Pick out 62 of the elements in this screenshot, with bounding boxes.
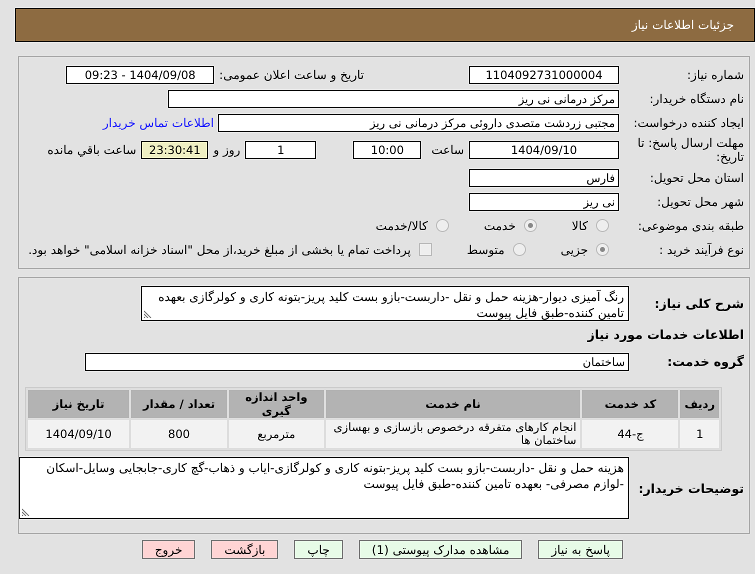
field-label: تاریخ و ساعت اعلان عمومی: (219, 68, 364, 82)
field-label: گروه خدمت: (666, 354, 744, 369)
column-header: نام خدمت (326, 390, 580, 418)
city-field: نی ریز (469, 192, 619, 210)
section-title: اطلاعات خدمات مورد نیاز (586, 327, 744, 342)
option-label: متوسط (466, 242, 505, 256)
page-title: جزئیات اطلاعات نیاز (632, 18, 734, 32)
action-button[interactable]: چاپ (294, 540, 343, 559)
action-button[interactable]: پاسخ به نیاز (538, 540, 623, 559)
field-label: شماره نیاز: (686, 68, 744, 82)
days-field: 1 (245, 141, 316, 159)
checkbox[interactable] (418, 243, 432, 256)
field-label: شهر محل تحویل: (656, 194, 744, 208)
date-field: 1404/09/10 (469, 141, 619, 159)
table-cell: ج-44 (582, 420, 678, 448)
table-cell: انجام کارهای متفرقه درخصوص بازسازی و بهسازی ساختمان ها (326, 420, 580, 448)
action-button[interactable]: مشاهده مدارک پیوستی (1) (358, 540, 522, 559)
table-cell: 1404/09/10 (28, 420, 130, 448)
column-header: واحد اندازه گیری (228, 390, 324, 418)
announce-date-field: 1404/09/08 - 09:23 (66, 66, 214, 84)
time-field: 10:00 (353, 141, 422, 159)
option-label: کالا (572, 218, 588, 232)
resize-grip-icon[interactable] (22, 508, 30, 516)
service-group-field: ساختمان (85, 352, 629, 370)
field-label: روز و (213, 143, 240, 157)
table-cell: مترمربع (228, 420, 324, 448)
field-label: ایجاد کننده درخواست: (632, 116, 744, 130)
column-header: تعداد / مقدار (131, 390, 227, 418)
table-cell: 800 (131, 420, 227, 448)
radio-button[interactable] (436, 219, 449, 232)
description-text: رنگ آمیزی دیوار-هزینه حمل و نقل -داربست-بازو بست کلید پریز-بتونه کاری و کولرگازی بعهده تامین کننده-طبق فایل پیوست (158, 290, 624, 320)
contact-link[interactable]: اطلاعات تماس خریدار (102, 116, 214, 130)
action-button[interactable]: خروج (142, 540, 196, 559)
field-label: ساعت باقي مانده (47, 143, 136, 157)
province-field: فارس (469, 168, 619, 186)
remaining-time-field: 23:30:41 (141, 141, 208, 159)
field-label: شرح کلی نیاز: (654, 296, 744, 311)
need-number-field: 1104092731000004 (469, 66, 619, 84)
resize-grip-icon[interactable] (144, 310, 152, 318)
option-label: خدمت (484, 218, 516, 232)
field-label: نوع فرآیند خرید : (658, 242, 744, 256)
notes-text: هزینه حمل و نقل -داربست-بازو بست کلید پریز-بتونه کاری و کولرگازی-اياب و ذهاب-گچ کاری-جابجایی وسایل-اسکان -لوازم مصرفی- بعهده تامین کننده-طبق فایل پیوست (46, 461, 624, 491)
action-button[interactable]: بازگشت (211, 540, 278, 559)
column-header: تاریخ نیاز (28, 390, 130, 418)
radio-button[interactable] (596, 219, 609, 232)
field-label: توضیحات خریدار: (637, 480, 744, 496)
option-label: جزیی (560, 242, 588, 256)
buyer-org-field: مرکز درمانی نی ریز (168, 90, 619, 108)
column-header: کد خدمت (582, 390, 678, 418)
radio-button[interactable] (596, 243, 609, 256)
radio-button[interactable] (524, 219, 537, 232)
field-label: طبقه بندی موضوعی: (636, 218, 744, 232)
column-header: ردیف (680, 390, 719, 418)
creator-field: مجتبی زردشت متصدی داروئی مرکز درمانی نی ریز (218, 114, 619, 132)
field-label: مهلت ارسال پاسخ: تا تاریخ: (636, 136, 744, 164)
table-cell: 1 (680, 420, 719, 448)
field-label: ساعت (431, 143, 464, 157)
field-label: استان محل تحویل: (648, 170, 744, 184)
option-label: کالا/خدمت (376, 218, 428, 232)
payment-note: پرداخت تمام یا بخشی از مبلغ خرید،از محل "اسناد خزانه اسلامی" خواهد بود. (28, 242, 411, 256)
field-label: نام دستگاه خریدار: (648, 92, 744, 106)
radio-button[interactable] (512, 243, 526, 256)
